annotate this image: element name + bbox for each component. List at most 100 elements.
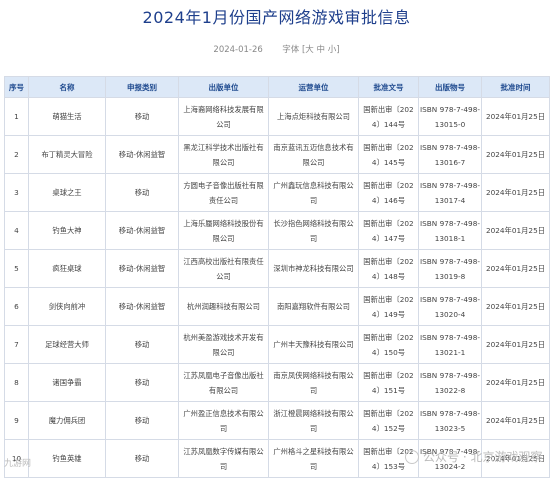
cell-col-index: 7: [4, 325, 29, 364]
cell-col-operator: 南京蓝讯五迈信息技术有限公司: [268, 135, 359, 174]
cell-col-publisher: 上海乐蜃网络科技股份有限公司: [178, 211, 269, 250]
cell-col-name: 桌球之王: [28, 173, 106, 212]
watermark-right: 公众号 · 北京游戏观察: [405, 448, 542, 465]
cell-col-approval-no: 国新出审〔2024〕152号: [358, 401, 419, 440]
header-col-operator: 运营单位: [268, 76, 359, 98]
cell-col-publisher: 黑龙江科学技术出版社有限公司: [178, 135, 269, 174]
header-col-isbn: 出版物号: [418, 76, 482, 98]
table-row: 7 足球经营大师 移动 杭州美盈游戏技术开发有限公司 广州丰天豫科技有限公司 国新出审〔2…: [4, 325, 550, 364]
cell-col-index: 5: [4, 249, 29, 288]
table-header-row: 序号 名称 申报类别 出版单位 运营单位 批准文号 出版物号 批准时间: [4, 76, 550, 98]
cell-col-approval-no: 国新出审〔2024〕145号: [358, 135, 419, 174]
cell-col-isbn: ISBN 978-7-498-13022-8: [418, 363, 482, 402]
cell-col-name: 布丁精灵大冒险: [28, 135, 106, 174]
header-col-index: 序号: [4, 76, 29, 98]
table-row: 2 布丁精灵大冒险 移动-休闲益智 黑龙江科学技术出版社有限公司 南京蓝讯五迈信息技术有…: [4, 135, 550, 174]
table-row: 8 诸国争霸 移动 江苏凤凰电子音像出版社有限公司 南京凤侠网络科技有限公司 国新出审〔2…: [4, 363, 550, 402]
header-col-date: 批准时间: [481, 76, 550, 98]
cell-col-category: 移动-休闲益智: [105, 211, 179, 250]
cell-col-name: 足球经营大师: [28, 325, 106, 364]
cell-col-approval-no: 国新出审〔2024〕151号: [358, 363, 419, 402]
table-row: 9 魔力佣兵团 移动 广州盈正信息技术有限公司 浙江橙晨网络科技有限公司 国新出审〔202…: [4, 401, 550, 440]
cell-col-operator: 广州格斗之星科技有限公司: [268, 439, 359, 478]
cell-col-date: 2024年01月25日: [481, 325, 550, 364]
cell-col-publisher: 上海裔网络科技发展有限公司: [178, 97, 269, 136]
cell-col-name: 钓鱼大神: [28, 211, 106, 250]
table-row: 5 疯狂桌球 移动-休闲益智 江西高校出版社有限责任公司 深圳市神龙科技有限公司 国新出审…: [4, 249, 550, 288]
cell-col-operator: 上海点炬科技有限公司: [268, 97, 359, 136]
table-row: 6 剑侠向前冲 移动-休闲益智 杭州润趣科技有限公司 南阳嘉翔软件有限公司 国新出审〔20…: [4, 287, 550, 326]
font-size-medium-button[interactable]: 中: [317, 45, 326, 55]
cell-col-index: 1: [4, 97, 29, 136]
cell-col-name: 钓鱼英雄: [28, 439, 106, 478]
cell-col-name: 疯狂桌球: [28, 249, 106, 288]
cell-col-approval-no: 国新出审〔2024〕146号: [358, 173, 419, 212]
cell-col-date: 2024年01月25日: [481, 211, 550, 250]
header-col-publisher: 出版单位: [178, 76, 269, 98]
publish-date: 2024-01-26: [213, 45, 263, 55]
cell-col-index: 8: [4, 363, 29, 402]
cell-col-category: 移动: [105, 401, 179, 440]
cell-col-date: 2024年01月25日: [481, 97, 550, 136]
page-title: 2024年1月份国产网络游戏审批信息: [142, 8, 411, 27]
cell-col-index: 3: [4, 173, 29, 212]
cell-col-date: 2024年01月25日: [481, 135, 550, 174]
cell-col-publisher: 杭州美盈游戏技术开发有限公司: [178, 325, 269, 364]
cell-col-approval-no: 国新出审〔2024〕149号: [358, 287, 419, 326]
approval-table: 序号 名称 申报类别 出版单位 运营单位 批准文号 出版物号 批准时间 1 萌猫生活 移动 上海裔网…: [4, 76, 550, 478]
font-size-label: 字体: [282, 45, 300, 55]
cell-col-publisher: 广州盈正信息技术有限公司: [178, 401, 269, 440]
cell-col-name: 魔力佣兵团: [28, 401, 106, 440]
cell-col-publisher: 杭州润趣科技有限公司: [178, 287, 269, 326]
cell-col-isbn: ISBN 978-7-498-13023-5: [418, 401, 482, 440]
cell-col-date: 2024年01月25日: [481, 363, 550, 402]
cell-col-operator: 广州丰天豫科技有限公司: [268, 325, 359, 364]
cell-col-index: 4: [4, 211, 29, 250]
cell-col-operator: 浙江橙晨网络科技有限公司: [268, 401, 359, 440]
header-col-category: 申报类别: [105, 76, 179, 98]
header-col-name: 名称: [28, 76, 106, 98]
watermark-right-text: 公众号 · 北京游戏观察: [423, 450, 543, 464]
header-col-approval-no: 批准文号: [358, 76, 419, 98]
cell-col-operator: 深圳市神龙科技有限公司: [268, 249, 359, 288]
cell-col-publisher: 江苏凤凰电子音像出版社有限公司: [178, 363, 269, 402]
cell-col-category: 移动: [105, 97, 179, 136]
cell-col-index: 2: [4, 135, 29, 174]
font-size-large-button[interactable]: 大: [305, 45, 314, 55]
table-row: 1 萌猫生活 移动 上海裔网络科技发展有限公司 上海点炬科技有限公司 国新出审〔2024〕…: [4, 97, 550, 136]
cell-col-approval-no: 国新出审〔2024〕144号: [358, 97, 419, 136]
cell-col-category: 移动: [105, 325, 179, 364]
cell-col-isbn: ISBN 978-7-498-13015-0: [418, 97, 482, 136]
cell-col-isbn: ISBN 978-7-498-13018-1: [418, 211, 482, 250]
cell-col-isbn: ISBN 978-7-498-13021-1: [418, 325, 482, 364]
table-body: 1 萌猫生活 移动 上海裔网络科技发展有限公司 上海点炬科技有限公司 国新出审〔2024〕…: [4, 97, 550, 478]
cell-col-category: 移动-休闲益智: [105, 135, 179, 174]
cell-col-name: 萌猫生活: [28, 97, 106, 136]
cell-col-isbn: ISBN 978-7-498-13016-7: [418, 135, 482, 174]
wechat-logo-icon: [405, 449, 419, 464]
watermark-left: 九游网: [4, 459, 32, 469]
cell-col-date: 2024年01月25日: [481, 249, 550, 288]
cell-col-approval-no: 国新出审〔2024〕150号: [358, 325, 419, 364]
cell-col-isbn: ISBN 978-7-498-13020-4: [418, 287, 482, 326]
cell-col-isbn: ISBN 978-7-498-13017-4: [418, 173, 482, 212]
cell-col-date: 2024年01月25日: [481, 287, 550, 326]
cell-col-name: 诸国争霸: [28, 363, 106, 402]
font-size-small-button[interactable]: 小: [328, 45, 337, 55]
cell-col-publisher: 江苏凤凰数字传媒有限公司: [178, 439, 269, 478]
cell-col-category: 移动: [105, 439, 179, 478]
cell-col-approval-no: 国新出审〔2024〕147号: [358, 211, 419, 250]
cell-col-operator: 长沙指色网络科技有限公司: [268, 211, 359, 250]
cell-col-operator: 南京凤侠网络科技有限公司: [268, 363, 359, 402]
cell-col-isbn: ISBN 978-7-498-13019-8: [418, 249, 482, 288]
cell-col-category: 移动-休闲益智: [105, 287, 179, 326]
cell-col-operator: 广州鑫玩信息科技有限公司: [268, 173, 359, 212]
table-row: 3 桌球之王 移动 方圆电子音像出版社有限责任公司 广州鑫玩信息科技有限公司 国新出审〔2…: [4, 173, 550, 212]
cell-col-category: 移动-休闲益智: [105, 249, 179, 288]
article-meta: 2024-01-26 字体 [大 中 小]: [213, 45, 340, 55]
cell-col-name: 剑侠向前冲: [28, 287, 106, 326]
cell-col-date: 2024年01月25日: [481, 173, 550, 212]
cell-col-date: 2024年01月25日: [481, 401, 550, 440]
cell-col-index: 9: [4, 401, 29, 440]
cell-col-publisher: 方圆电子音像出版社有限责任公司: [178, 173, 269, 212]
